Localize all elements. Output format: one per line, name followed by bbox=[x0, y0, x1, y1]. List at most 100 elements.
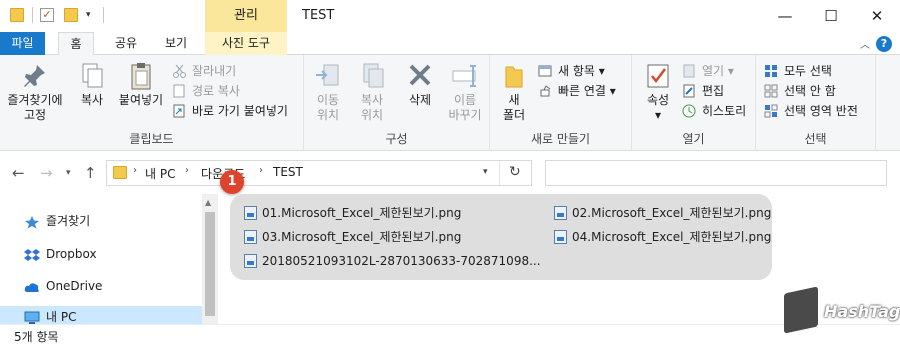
select-all-label: 모두 선택 bbox=[784, 64, 832, 78]
tab-view[interactable]: 보기 bbox=[158, 32, 194, 55]
copy-button[interactable]: 복사 bbox=[72, 61, 112, 108]
easy-access-label: 빠른 연결 bbox=[558, 84, 606, 98]
new-folder-label-line2: 폴더 bbox=[502, 108, 526, 122]
organize-group: 이동 위치 복사 위치 삭제 이름 바꾸기 구성 bbox=[304, 55, 490, 151]
move-to-icon bbox=[312, 61, 344, 91]
copy-path-icon bbox=[172, 84, 187, 98]
tab-home[interactable]: 홈 bbox=[58, 32, 94, 56]
breadcrumb-this-pc[interactable]: 내 PC bbox=[145, 165, 175, 182]
maximize-button[interactable]: ☐ bbox=[808, 0, 854, 32]
new-folder-icon bbox=[498, 61, 530, 91]
file-item[interactable]: 02.Microsoft_Excel_제한된보기.png bbox=[554, 203, 771, 223]
png-file-icon bbox=[244, 254, 257, 268]
move-to-button[interactable]: 이동 위치 bbox=[308, 61, 348, 123]
cut-button[interactable]: 잘라내기 bbox=[172, 61, 236, 81]
tab-file[interactable]: 파일 bbox=[0, 32, 45, 55]
history-button[interactable]: 히스토리 bbox=[682, 101, 746, 121]
scroll-up-icon[interactable]: ▲ bbox=[205, 198, 211, 207]
png-file-icon bbox=[554, 230, 567, 244]
png-file-icon bbox=[244, 206, 257, 220]
properties-button[interactable]: 속성 ▾ bbox=[636, 61, 680, 123]
file-name: 03.Microsoft_Excel_제한된보기.png bbox=[262, 230, 462, 244]
pin-label-line1: 즐겨찾기에 bbox=[7, 93, 63, 107]
breadcrumb-separator: › bbox=[185, 165, 189, 176]
qat-dropdown-icon[interactable]: ▾ bbox=[86, 8, 100, 22]
paste-shortcut-button[interactable]: 바로 가기 붙여넣기 bbox=[172, 101, 288, 121]
open-icon bbox=[682, 64, 697, 78]
properties-qat-icon[interactable]: ✓ bbox=[40, 8, 54, 22]
title-bar: ✓ ▾ 관리 TEST — ☐ ✕ bbox=[0, 0, 900, 32]
computer-icon bbox=[24, 310, 40, 324]
address-history-dropdown-icon[interactable]: ▾ bbox=[483, 167, 488, 177]
copy-to-button[interactable]: 복사 위치 bbox=[352, 61, 392, 123]
hashtag-logo bbox=[784, 286, 818, 334]
easy-access-button[interactable]: 빠른 연결 ▾ bbox=[538, 81, 616, 101]
dropbox-icon bbox=[24, 247, 40, 261]
nav-item-dropbox[interactable]: Dropbox bbox=[24, 243, 97, 265]
ribbon: 즐겨찾기에 고정 복사 붙여넣기 잘라내기 경로 복사 바로 가기 붙여넣기 클… bbox=[0, 55, 900, 151]
collapse-ribbon-icon[interactable]: ︿ bbox=[860, 36, 870, 51]
new-item-button[interactable]: 새 항목 ▾ bbox=[538, 61, 605, 81]
back-arrow-icon[interactable]: ← bbox=[12, 164, 25, 182]
open-group: 속성 ▾ 열기 ▾ 편집 히스토리 열기 bbox=[632, 55, 756, 151]
invert-selection-label: 선택 영역 반전 bbox=[784, 104, 858, 118]
recent-locations-dropdown-icon[interactable]: ▾ bbox=[66, 168, 71, 178]
rename-button[interactable]: 이름 바꾸기 bbox=[444, 61, 486, 123]
edit-button[interactable]: 편집 bbox=[682, 81, 724, 101]
open-button[interactable]: 열기 ▾ bbox=[682, 61, 734, 81]
tab-photo-tools[interactable]: 사진 도구 bbox=[205, 32, 287, 55]
search-input[interactable] bbox=[545, 160, 887, 186]
select-all-button[interactable]: 모두 선택 bbox=[764, 61, 832, 81]
tab-share[interactable]: 공유 bbox=[108, 32, 144, 55]
invert-selection-button[interactable]: 선택 영역 반전 bbox=[764, 101, 858, 121]
refresh-icon[interactable]: ↻ bbox=[509, 164, 521, 180]
nav-item-quick-access[interactable]: 즐겨찾기 bbox=[24, 210, 90, 232]
delete-x-icon bbox=[404, 61, 436, 91]
navigation-pane-scrollbar[interactable]: ▲ bbox=[202, 194, 218, 324]
up-arrow-icon[interactable]: ↑ bbox=[84, 164, 97, 182]
minimize-button[interactable]: — bbox=[762, 0, 808, 32]
new-folder-qat-icon[interactable] bbox=[64, 8, 78, 22]
new-group-label: 새로 만들기 bbox=[530, 132, 590, 146]
file-item[interactable]: 01.Microsoft_Excel_제한된보기.png bbox=[244, 203, 461, 223]
new-item-label: 새 항목 bbox=[558, 64, 595, 78]
clipboard-group-label: 클립보드 bbox=[129, 132, 174, 146]
ribbon-tabs: 파일 홈 공유 보기 사진 도구 ︿ ? bbox=[0, 32, 900, 56]
status-bar: 5개 항목 bbox=[0, 324, 900, 347]
address-bar[interactable]: › 내 PC › 다운로드 › TEST ▾ ↻ bbox=[106, 160, 532, 186]
select-none-button[interactable]: 선택 안 함 bbox=[764, 81, 836, 101]
navigation-bar: ← → ▾ ↑ › 내 PC › 다운로드 › TEST ▾ ↻ bbox=[0, 152, 900, 194]
copy-to-label-line2: 위치 bbox=[360, 108, 384, 122]
breadcrumb-separator: › bbox=[259, 165, 263, 176]
easy-access-dropdown-icon: ▾ bbox=[605, 84, 616, 98]
scrollbar-thumb[interactable] bbox=[205, 212, 215, 316]
close-button[interactable]: ✕ bbox=[854, 0, 900, 32]
paste-label: 붙여넣기 bbox=[118, 93, 164, 107]
folder-icon bbox=[10, 8, 24, 22]
easy-access-icon bbox=[538, 84, 553, 98]
file-item[interactable]: 04.Microsoft_Excel_제한된보기.png bbox=[554, 227, 771, 247]
forward-arrow-icon[interactable]: → bbox=[40, 164, 53, 182]
invert-selection-icon bbox=[764, 104, 779, 118]
file-item[interactable]: 20180521093102L-2870130633-702871098... bbox=[244, 251, 541, 271]
new-folder-label-line1: 새 bbox=[508, 93, 520, 107]
new-folder-button[interactable]: 새 폴더 bbox=[496, 61, 532, 123]
delete-label: 삭제 bbox=[408, 93, 432, 107]
copy-icon bbox=[76, 61, 108, 91]
tab-manage[interactable]: 관리 bbox=[205, 0, 287, 32]
new-group: 새 폴더 새 항목 ▾ 빠른 연결 ▾ 새로 만들기 bbox=[490, 55, 632, 151]
nav-item-onedrive[interactable]: OneDrive bbox=[24, 275, 102, 297]
delete-button[interactable]: 삭제 bbox=[400, 61, 440, 108]
breadcrumb-test[interactable]: TEST bbox=[273, 165, 303, 179]
copy-to-icon bbox=[356, 61, 388, 91]
file-name: 02.Microsoft_Excel_제한된보기.png bbox=[572, 206, 772, 220]
paste-button[interactable]: 붙여넣기 bbox=[114, 61, 168, 108]
step-badge: 1 bbox=[220, 170, 244, 194]
move-to-label-line1: 이동 bbox=[316, 93, 340, 107]
move-to-label-line2: 위치 bbox=[316, 108, 340, 122]
copy-path-button[interactable]: 경로 복사 bbox=[172, 81, 240, 101]
file-item[interactable]: 03.Microsoft_Excel_제한된보기.png bbox=[244, 227, 461, 247]
pin-to-quick-access-button[interactable]: 즐겨찾기에 고정 bbox=[6, 61, 64, 123]
help-icon[interactable]: ? bbox=[876, 36, 892, 52]
nav-item-label: OneDrive bbox=[46, 279, 103, 293]
